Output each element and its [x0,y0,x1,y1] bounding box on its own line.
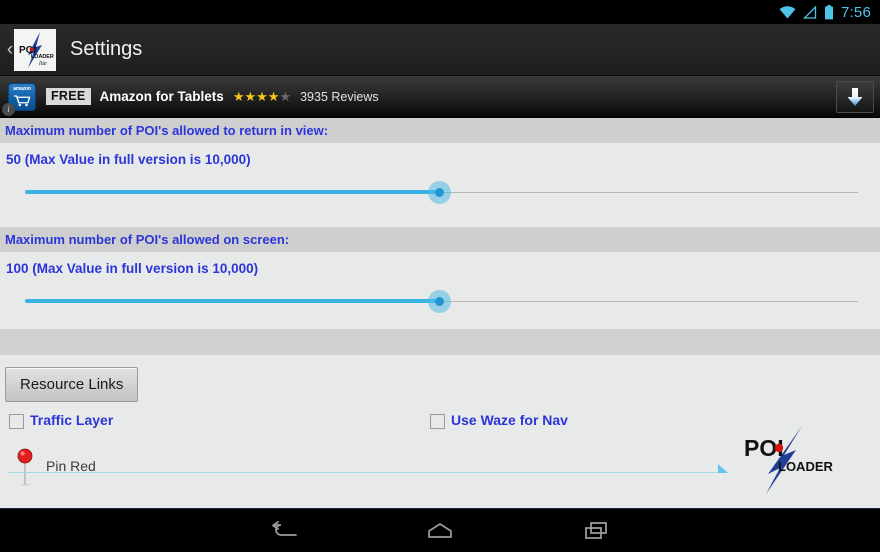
shopping-cart-icon [13,94,31,106]
svg-text:LOADER: LOADER [31,54,54,60]
recents-icon [585,521,607,539]
traffic-layer-label[interactable]: Traffic Layer [30,412,113,428]
home-icon [428,522,452,538]
section-divider-band [0,329,880,355]
use-waze-for-nav-label[interactable]: Use Waze for Nav [451,412,568,428]
android-settings-screen: 7:56 ‹ POI LOADER lite Settings amazon F… [0,0,880,552]
wifi-icon [779,5,796,19]
slider-thumb[interactable] [435,297,444,306]
section2-value-text: 100 (Max Value in full version is 10,000… [6,261,259,276]
slider-track-fill [25,299,440,303]
signal-icon [803,5,817,19]
section1-slider[interactable] [0,176,880,210]
rating-stars: ★★★★★ [232,88,292,104]
amazon-wordmark: amazon [13,85,31,92]
map-pin-red-icon [17,448,33,486]
ad-review-count: 3935 Reviews [300,89,379,104]
resource-links-button[interactable]: Resource Links [5,367,139,402]
section-header-max-poi-return: Maximum number of POI's allowed to retur… [0,118,880,143]
section2-value-row: 100 (Max Value in full version is 10,000… [0,252,880,285]
page-title: Settings [70,38,143,60]
section2-slider[interactable] [0,285,880,319]
traffic-layer-checkbox[interactable] [9,414,24,429]
nav-recents-button[interactable] [573,516,619,546]
poi-loader-logo: POI LOADER [738,424,846,496]
section1-value-text: 50 (Max Value in full version is 10,000) [6,152,251,167]
use-waze-for-nav-checkbox[interactable] [430,414,445,429]
ad-info-icon[interactable]: i [2,103,15,116]
ad-download-button[interactable] [836,81,874,113]
download-arrow-icon [847,88,863,106]
back-icon [272,520,297,536]
ad-banner[interactable]: amazon FREE Amazon for Tablets ★★★★★ 393… [0,76,880,118]
nav-back-button[interactable] [261,516,307,546]
footer-rule [8,472,726,473]
battery-icon [824,4,834,20]
app-title-bar: ‹ POI LOADER lite Settings [0,24,880,76]
poi-loader-lite-icon[interactable]: POI LOADER lite [14,28,56,71]
slider-thumb[interactable] [435,188,444,197]
logo-text-bottom: LOADER [778,459,834,474]
status-bar-clock: 7:56 [841,3,871,21]
slider-track-fill [25,190,440,194]
ad-title: Amazon for Tablets [99,89,224,104]
nav-home-button[interactable] [417,516,463,546]
section1-value-row: 50 (Max Value in full version is 10,000) [0,143,880,176]
svg-text:lite: lite [39,61,47,67]
footer-rule-arrow-icon [718,464,728,473]
status-bar: 7:56 [0,0,880,24]
section-spacer-2 [0,319,880,329]
android-navigation-bar [0,508,880,552]
section-header-max-poi-screen: Maximum number of POI's allowed on scree… [0,227,880,252]
free-badge: FREE [46,88,91,105]
section-spacer-1 [0,210,880,227]
